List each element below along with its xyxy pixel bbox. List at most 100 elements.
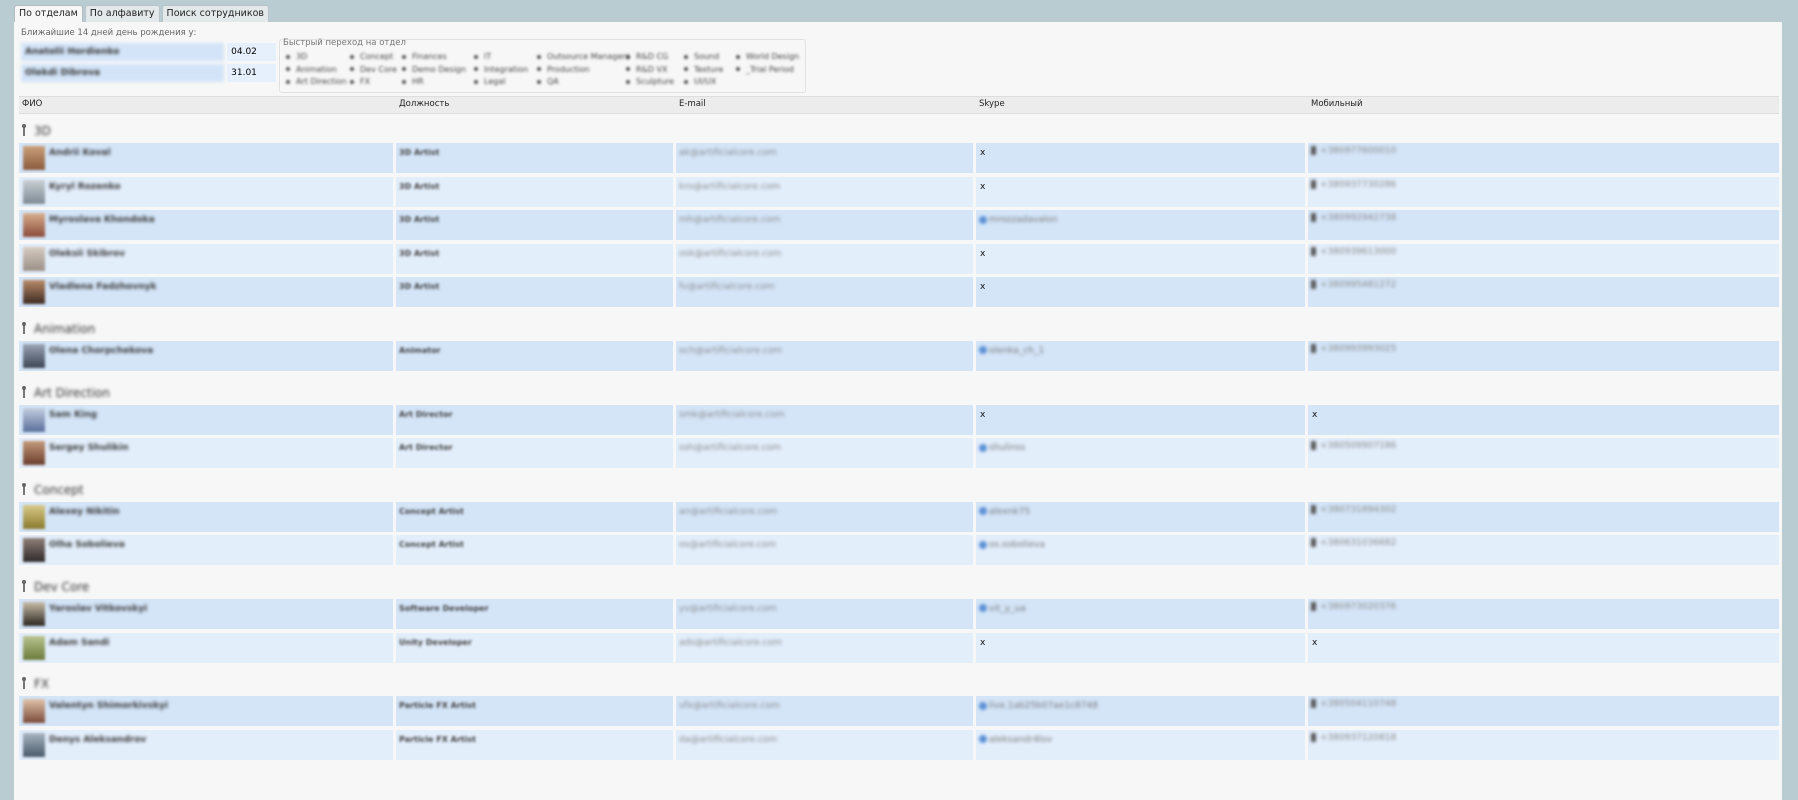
quick-nav-link[interactable]: R&D CG [626,52,668,61]
email-link[interactable]: fv@artificialcore.com [679,282,774,292]
quick-nav-label: Legal [484,77,506,86]
column-header-position[interactable]: Должность [399,99,449,109]
table-row[interactable]: Adam Sandi Unity Developer ads@artificialc… [19,632,1779,667]
employee-name[interactable]: Denys Aleksandrov [49,735,146,745]
table-row[interactable]: Valentyn Shimorkivskyi Particle FX Artist… [19,696,1779,730]
email-link[interactable]: mh@artificialcore.com [679,215,780,225]
skype-link[interactable]: os.sobolieva [979,540,1045,550]
quick-nav-link[interactable]: _Trial Period [736,65,794,74]
employee-name[interactable]: Sam King [49,410,97,420]
email-link[interactable]: an@artificialcore.com [679,507,777,517]
employee-name[interactable]: Olha Sobolieva [49,540,125,550]
avatar[interactable] [23,179,45,204]
employee-name[interactable]: Alexey Nikitin [49,507,120,517]
employee-name[interactable]: Kyryl Rozenko [49,182,121,192]
quick-nav-link[interactable]: Legal [474,77,505,86]
employee-name[interactable]: Yaroslav Vitkovskyi [49,604,147,614]
avatar[interactable] [23,699,45,724]
employee-name[interactable]: Valentyn Shimorkivskyi [49,701,168,711]
skype-link[interactable]: alexnk75 [979,507,1030,517]
avatar[interactable] [23,441,45,466]
table-row[interactable]: Oleksii Skibrov 3D Artist osk@artificialco… [19,243,1779,278]
email-link[interactable]: yv@artificialcore.com [679,604,777,614]
quick-nav-link[interactable]: Integration [474,65,528,74]
email-link[interactable]: ak@artificialcore.com [679,148,777,158]
tab-by-department[interactable]: По отделам [14,5,83,22]
email-link[interactable]: os@artificialcore.com [679,540,776,550]
table-row[interactable]: Sam King Art Director smk@artificialcore.c… [19,404,1779,439]
table-row[interactable]: Vladlena Fadzhovnyk 3D Artist fv@artificia… [19,277,1779,311]
quick-nav-link[interactable]: Sculpture [626,77,674,86]
quick-nav-link[interactable]: QA [537,77,559,86]
employee-name[interactable]: Oleksii Skibrov [49,249,125,259]
employee-name[interactable]: Andrii Koval [49,148,111,158]
avatar[interactable] [23,601,45,626]
avatar[interactable] [23,213,45,238]
quick-nav-link[interactable]: FX [350,77,370,86]
avatar[interactable] [23,538,45,563]
email-link[interactable]: da@artificialcore.com [679,735,777,745]
quick-nav-link[interactable]: Art Direction [286,77,347,86]
employee-name[interactable]: Vladlena Fadzhovnyk [49,282,156,292]
quick-nav-link[interactable]: IT [474,52,491,61]
email-link[interactable]: smk@artificialcore.com [679,410,785,420]
column-header-mobile[interactable]: Мобильный [1311,99,1363,109]
table-row[interactable]: Sergey Shulikin Art Director ssh@artificia… [19,438,1779,472]
avatar[interactable] [23,635,45,660]
avatar[interactable] [23,504,45,529]
table-row[interactable]: Andrii Koval 3D Artist ak@artificialcore.c… [19,143,1779,177]
table-row[interactable]: Denys Aleksandrov Particle FX Artist da@ar… [19,729,1779,764]
avatar[interactable] [23,343,45,368]
employee-name[interactable]: Adam Sandi [49,638,109,648]
avatar[interactable] [23,246,45,271]
tab-employee-search[interactable]: Поиск сотрудников [161,5,269,22]
employee-name[interactable]: Myroslava Khondoka [49,215,155,225]
skype-link[interactable]: aleksandr4lov [979,735,1052,745]
skype-link[interactable]: olenka_ch_1 [979,346,1044,356]
quick-nav-link[interactable]: 3D [286,52,307,61]
column-header-email[interactable]: E-mail [679,99,706,109]
quick-nav-link[interactable]: World Design [736,52,799,61]
birthday-name[interactable]: Anatolii Hordienko [21,43,225,61]
department-marker-icon [22,321,26,334]
skype-link[interactable]: live.1ab25b07ae1c8748 [979,701,1098,711]
column-header-name[interactable]: ФИО [22,99,42,109]
email-link[interactable]: ads@artificialcore.com [679,638,782,648]
email-link[interactable]: och@artificialcore.com [679,346,782,356]
table-row[interactable]: Olha Sobolieva Concept Artist os@artificia… [19,535,1779,569]
email-link[interactable]: kro@artificialcore.com [679,182,780,192]
quick-nav-link[interactable]: R&D VX [626,65,667,74]
tab-alphabetical[interactable]: По алфавиту [84,5,160,22]
avatar[interactable] [23,146,45,170]
quick-nav-link[interactable]: Production [537,65,590,74]
quick-nav-link[interactable]: Finances [402,52,447,61]
email-link[interactable]: osk@artificialcore.com [679,249,781,259]
employee-name[interactable]: Olena Chorpchekova [49,346,153,356]
quick-nav-link[interactable]: Animation [286,65,337,74]
quick-nav-link[interactable]: Texture [684,65,723,74]
table-row[interactable]: Kyryl Rozenko 3D Artist kro@artificialcore… [19,176,1779,211]
quick-nav-link[interactable]: UI/UX [684,77,716,86]
avatar[interactable] [23,407,45,432]
skype-link[interactable]: vit_y_ua [979,604,1026,614]
employee-name[interactable]: Sergey Shulikin [49,443,129,453]
quick-nav-link[interactable]: Demo Design [402,65,466,74]
skype-link[interactable]: mrozzadavalon [979,215,1058,225]
quick-nav-link[interactable]: HR [402,77,424,86]
table-row[interactable]: Olena Chorpchekova Animator och@artificial… [19,340,1779,375]
quick-nav-link[interactable]: Dev Core [350,65,397,74]
quick-nav-link[interactable]: Concept [350,52,393,61]
avatar[interactable] [23,732,45,757]
quick-nav-link[interactable]: Sound [684,52,719,61]
quick-nav-link[interactable]: Outsource Managers [537,52,630,61]
table-row[interactable]: Alexey Nikitin Concept Artist an@artificia… [19,501,1779,536]
column-header-skype[interactable]: Skype [979,99,1005,109]
email-link[interactable]: ssh@artificialcore.com [679,443,781,453]
skype-link[interactable]: shulinss [979,443,1025,453]
email-link[interactable]: vfx@artificialcore.com [679,701,780,711]
avatar[interactable] [23,280,45,305]
table-row[interactable]: Myroslava Khondoka 3D Artist mh@artificial… [19,210,1779,244]
table-row[interactable]: Yaroslav Vitkovskyi Software Developer yv@… [19,598,1779,633]
employee-position: Particle FX Artist [399,734,476,744]
birthday-name[interactable]: Olekdi Dibrova [21,64,225,82]
